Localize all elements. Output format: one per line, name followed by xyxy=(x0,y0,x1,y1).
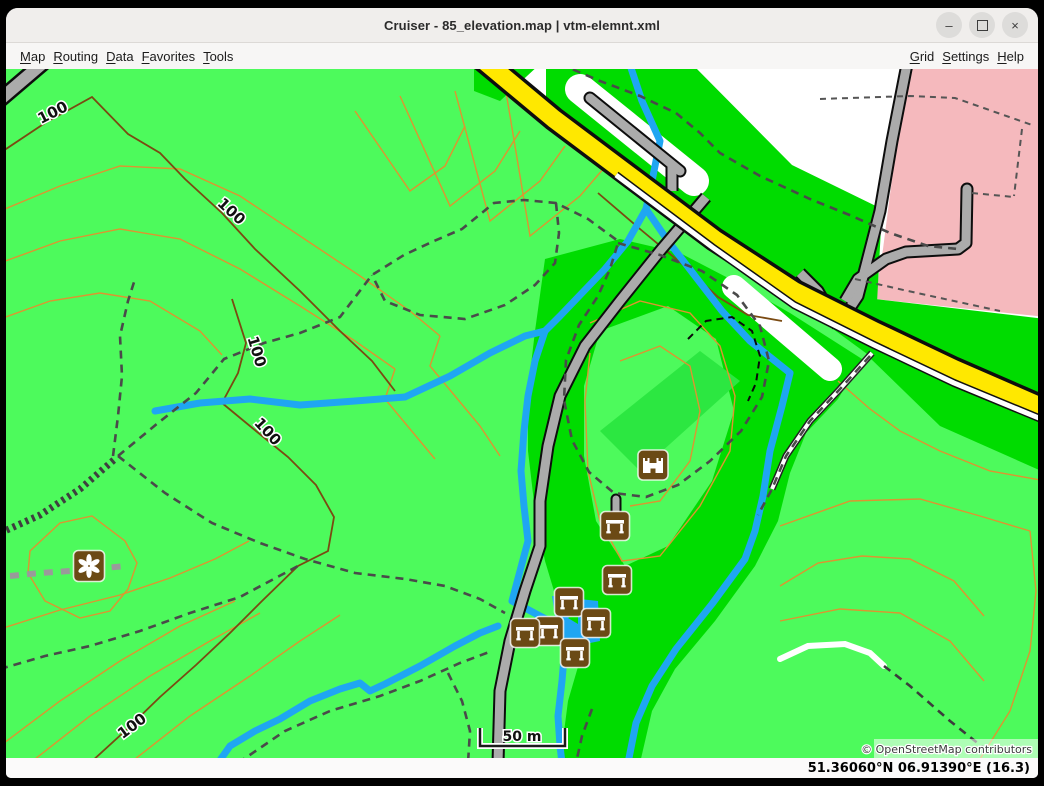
window-title: Cruiser - 85_elevation.map | vtm-elemnt.… xyxy=(384,18,660,33)
attribution-text: © OpenStreetMap contributors xyxy=(861,743,1032,756)
map-viewport[interactable]: 100 100 100 100 100 xyxy=(6,69,1038,758)
map-canvas[interactable]: 100 100 100 100 100 xyxy=(6,69,1038,758)
title-bar[interactable]: Cruiser - 85_elevation.map | vtm-elemnt.… xyxy=(6,8,1038,43)
picnic-site-icon xyxy=(603,566,632,595)
screen: { "window": { "title": "Cruiser - 85_ele… xyxy=(0,0,1044,786)
menu-routing[interactable]: Routing xyxy=(49,49,102,64)
picnic-site-icon xyxy=(561,639,590,668)
menu-bar: Map Routing Data Favorites Tools Grid Se… xyxy=(6,43,1038,69)
minimize-icon[interactable]: – xyxy=(936,12,962,38)
picnic-site-icon xyxy=(555,588,584,617)
menu-grid[interactable]: Grid xyxy=(906,49,939,64)
castle-icon xyxy=(638,450,668,480)
menu-favorites[interactable]: Favorites xyxy=(138,49,199,64)
menu-help[interactable]: Help xyxy=(993,49,1028,64)
picnic-site-icon xyxy=(511,619,540,648)
app-window: Cruiser - 85_elevation.map | vtm-elemnt.… xyxy=(6,8,1038,778)
maximize-icon[interactable] xyxy=(969,12,995,38)
status-bar: 51.36060°N 06.91390°E (16.3) xyxy=(6,758,1038,778)
window-controls: – × xyxy=(936,12,1028,38)
menu-data[interactable]: Data xyxy=(102,49,137,64)
viewpoint-icon xyxy=(74,551,105,582)
picnic-site-icon xyxy=(601,512,630,541)
menu-map[interactable]: Map xyxy=(16,49,49,64)
close-icon[interactable]: × xyxy=(1002,12,1028,38)
menu-settings[interactable]: Settings xyxy=(938,49,993,64)
scale-label: 50 m xyxy=(503,729,542,745)
picnic-site-icon xyxy=(582,609,611,638)
coordinates-readout: 51.36060°N 06.91390°E (16.3) xyxy=(808,761,1030,776)
map-attribution: © OpenStreetMap contributors xyxy=(861,739,1038,758)
menu-tools[interactable]: Tools xyxy=(199,49,237,64)
